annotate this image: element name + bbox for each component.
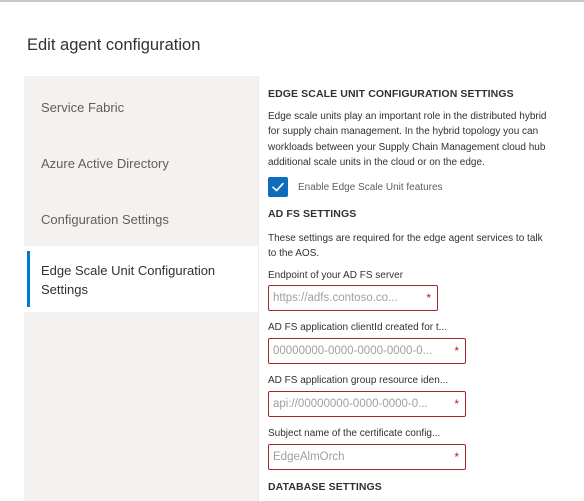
window-top-border (0, 0, 584, 2)
adfs-resource-id-input-box: * (268, 391, 466, 417)
required-asterisk: * (454, 397, 459, 411)
certificate-subject-input[interactable] (269, 445, 465, 469)
checkmark-icon (272, 182, 284, 192)
edge-section-heading: EDGE SCALE UNIT CONFIGURATION SETTINGS (268, 88, 514, 100)
required-asterisk: * (454, 344, 459, 358)
active-indicator (27, 251, 30, 307)
adfs-client-id-input-box: * (268, 338, 466, 364)
settings-nav: Service Fabric Azure Active Directory Co… (24, 76, 258, 501)
nav-item-edge-scale-unit-configuration-settings[interactable]: Edge Scale Unit Configuration Settings (24, 246, 258, 312)
adfs-endpoint-label: Endpoint of your AD FS server (268, 270, 404, 281)
nav-item-label: Configuration Settings (41, 212, 169, 227)
adfs-client-id-label: AD FS application clientId created for t… (268, 322, 447, 333)
certificate-subject-label: Subject name of the certificate config..… (268, 428, 441, 439)
adfs-resource-id-label: AD FS application group resource iden... (268, 375, 449, 386)
required-asterisk: * (454, 450, 459, 464)
nav-item-configuration-settings[interactable]: Configuration Settings (24, 210, 258, 230)
adfs-resource-id-input[interactable] (269, 392, 465, 416)
nav-item-label: Service Fabric (41, 100, 125, 115)
enable-edge-scale-unit-checkbox[interactable] (268, 177, 288, 197)
dialog-title: Edit agent configuration (27, 36, 201, 54)
nav-item-service-fabric[interactable]: Service Fabric (24, 98, 258, 118)
edge-section-description: Edge scale units play an important role … (268, 111, 547, 168)
nav-item-azure-active-directory[interactable]: Azure Active Directory (24, 154, 258, 174)
adfs-section-description: These settings are required for the edge… (268, 233, 543, 260)
required-asterisk: * (426, 291, 431, 305)
adfs-endpoint-input-box: * (268, 285, 438, 311)
enable-edge-scale-unit-row: Enable Edge Scale Unit features (268, 177, 443, 197)
adfs-client-id-input[interactable] (269, 339, 465, 363)
database-section-heading: DATABASE SETTINGS (268, 481, 382, 493)
nav-item-label-line1: Edge Scale Unit Configuration (41, 263, 216, 278)
certificate-subject-input-box: * (268, 444, 466, 470)
checkbox-label: Enable Edge Scale Unit features (298, 181, 443, 193)
nav-item-label-line2: Settings (41, 282, 88, 297)
settings-content[interactable]: EDGE SCALE UNIT CONFIGURATION SETTINGS E… (258, 76, 584, 501)
nav-item-label: Azure Active Directory (41, 156, 169, 171)
adfs-section-heading: AD FS SETTINGS (268, 208, 357, 220)
adfs-endpoint-input[interactable] (269, 286, 437, 310)
